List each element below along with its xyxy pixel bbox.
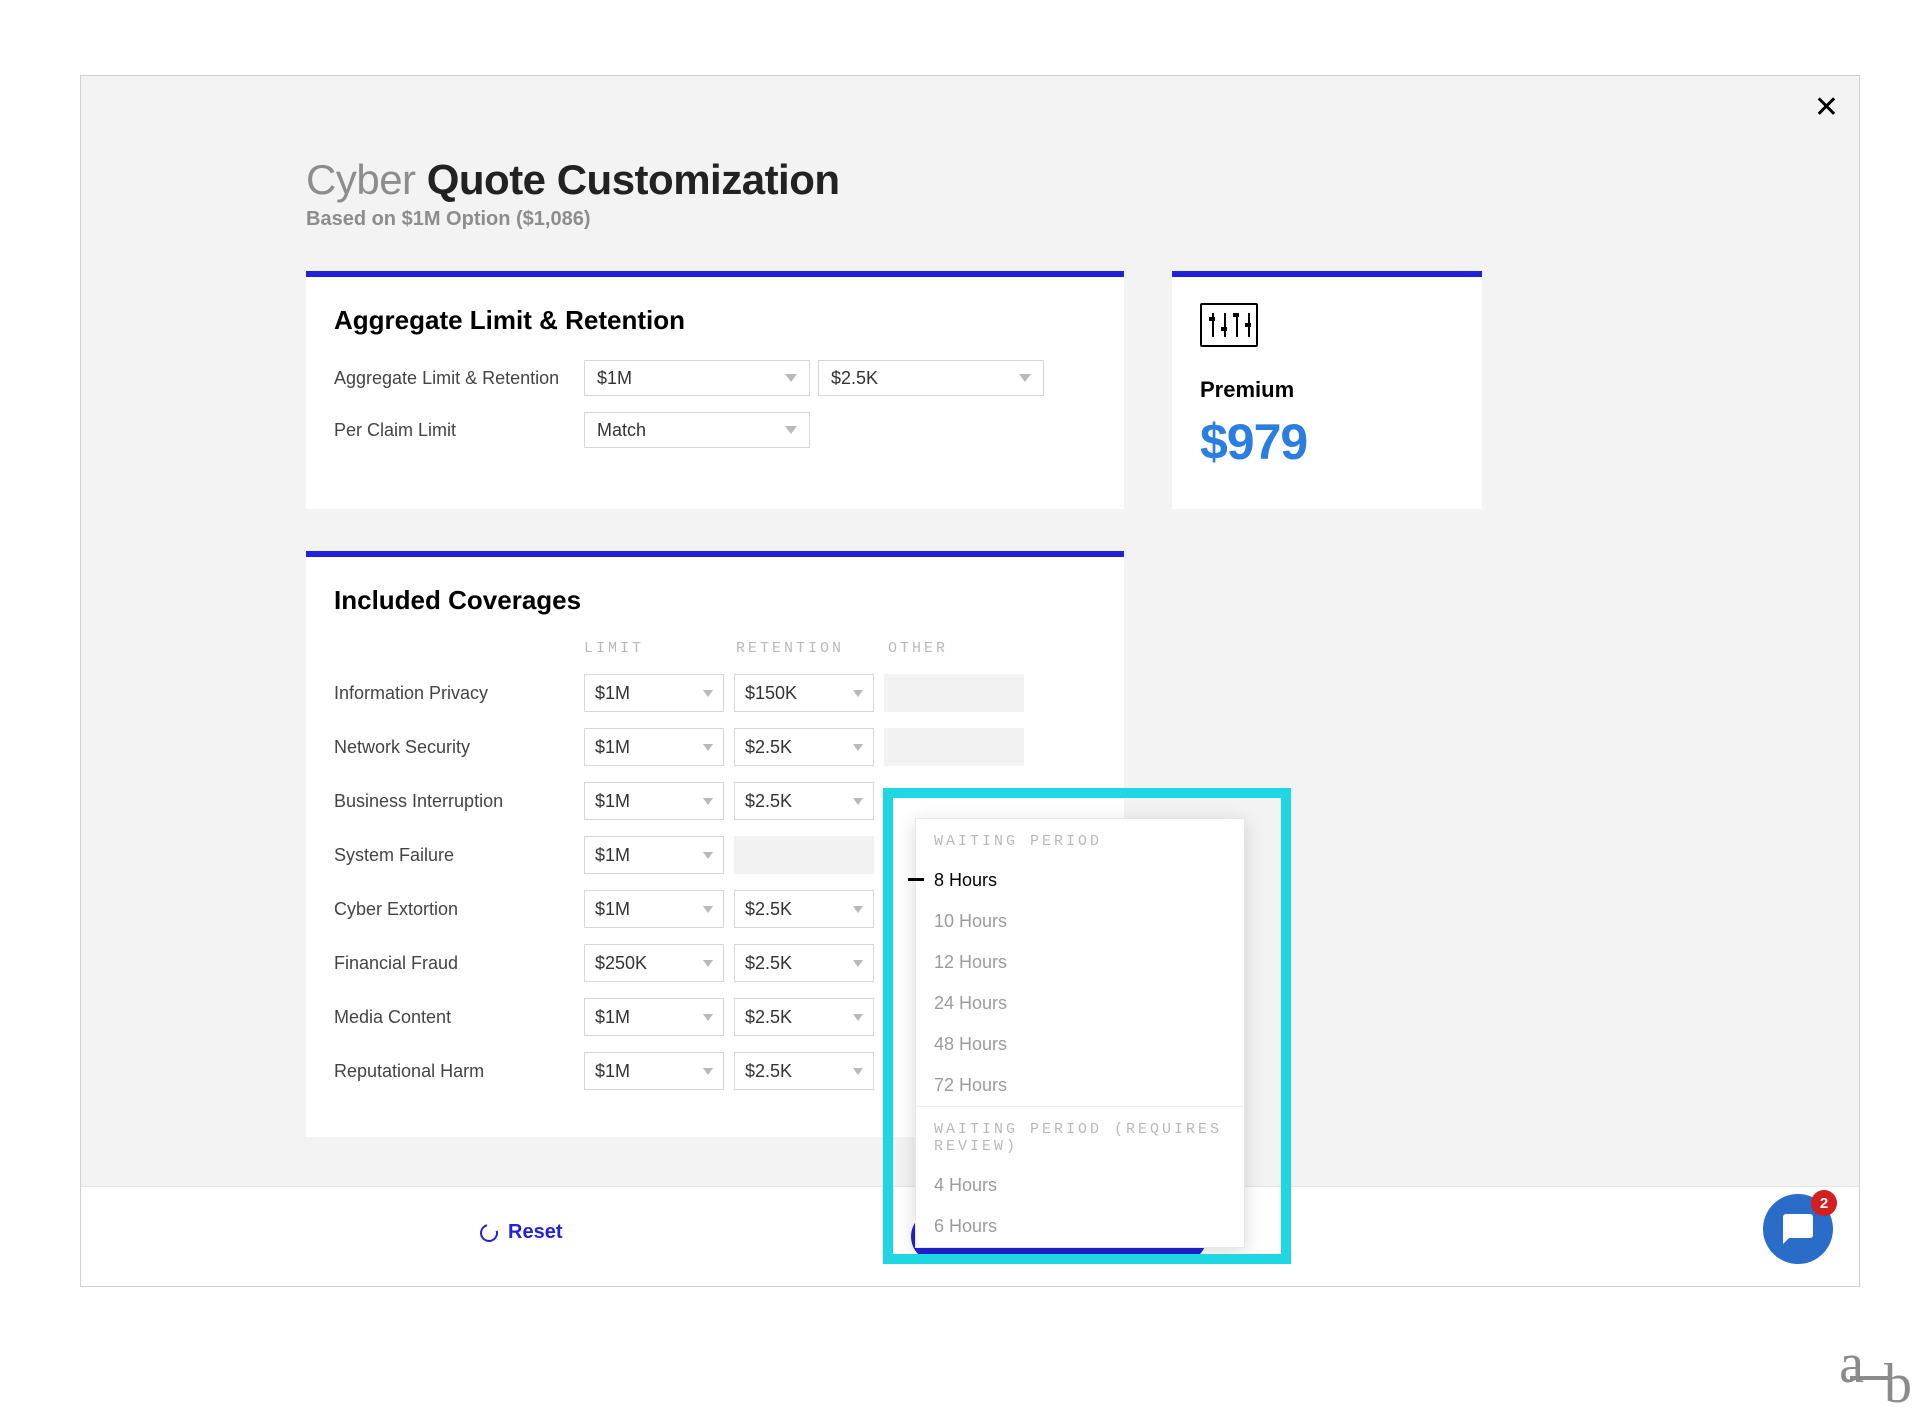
dropdown-option[interactable]: 12 Hours (916, 942, 1244, 983)
dropdown-option[interactable]: 24 Hours (916, 983, 1244, 1024)
col-limit: LIMIT (584, 640, 736, 657)
title-main: Quote Customization (427, 156, 840, 203)
coverage-limit-select[interactable]: $1M (584, 728, 724, 766)
modal-frame: ✕ Cyber Quote Customization Based on $1M… (80, 75, 1860, 1287)
coverage-row: Information Privacy$1M $150K (334, 673, 1096, 713)
coverage-other-empty (884, 728, 1024, 766)
content-area: Cyber Quote Customization Based on $1M O… (306, 156, 1486, 1137)
dropdown-option[interactable]: 8 Hours (916, 860, 1244, 901)
coverage-retention-empty (734, 836, 874, 874)
aggregate-title: Aggregate Limit & Retention (334, 305, 1096, 336)
per-claim-row: Per Claim Limit Match (334, 412, 1096, 448)
aggregate-limit-select[interactable]: $1M (584, 360, 810, 396)
coverage-retention-select[interactable]: $2.5K (734, 782, 874, 820)
close-icon[interactable]: ✕ (1814, 90, 1839, 125)
coverage-label: Reputational Harm (334, 1061, 584, 1082)
chat-button[interactable]: 2 (1763, 1194, 1833, 1264)
coverage-retention-select[interactable]: $2.5K (734, 998, 874, 1036)
aggregate-row: Aggregate Limit & Retention $1M $2.5K (334, 360, 1096, 396)
aggregate-label: Aggregate Limit & Retention (334, 368, 584, 389)
coverage-limit-select[interactable]: $1M (584, 1052, 724, 1090)
reset-button[interactable]: Reset (480, 1221, 562, 1244)
coverage-label: Network Security (334, 737, 584, 758)
dropdown-header-review: WAITING PERIOD (REQUIRES REVIEW) (916, 1106, 1244, 1165)
aggregate-card: Aggregate Limit & Retention Aggregate Li… (306, 271, 1124, 509)
coverage-limit-select[interactable]: $1M (584, 782, 724, 820)
coverage-label: Business Interruption (334, 791, 584, 812)
dropdown-option[interactable]: 6 Hours (916, 1206, 1244, 1247)
coverage-retention-select[interactable]: $2.5K (734, 890, 874, 928)
coverage-other-empty (884, 674, 1024, 712)
premium-label: Premium (1200, 377, 1454, 403)
watermark: ab (1839, 1332, 1908, 1416)
aggregate-retention-select[interactable]: $2.5K (818, 360, 1044, 396)
dropdown-option[interactable]: 10 Hours (916, 901, 1244, 942)
coverage-row: Business Interruption$1M $2.5K (334, 781, 1096, 821)
coverage-label: Information Privacy (334, 683, 584, 704)
chevron-down-icon (785, 374, 797, 382)
chevron-down-icon (1019, 374, 1031, 382)
chevron-down-icon (785, 426, 797, 434)
coverage-limit-select[interactable]: $1M (584, 890, 724, 928)
coverage-label: Financial Fraud (334, 953, 584, 974)
refresh-icon (477, 1220, 502, 1245)
page-title: Cyber Quote Customization (306, 156, 1486, 204)
mixer-icon (1200, 303, 1258, 347)
title-prefix: Cyber (306, 156, 416, 203)
coverage-label: System Failure (334, 845, 584, 866)
coverage-retention-select[interactable]: $150K (734, 674, 874, 712)
waiting-period-dropdown: WAITING PERIOD 8 Hours10 Hours12 Hours24… (915, 818, 1245, 1248)
notification-badge: 2 (1811, 1190, 1837, 1216)
premium-card: Premium $979 (1172, 271, 1482, 509)
coverage-retention-select[interactable]: $2.5K (734, 944, 874, 982)
coverage-label: Cyber Extortion (334, 899, 584, 920)
coverage-retention-select[interactable]: $2.5K (734, 728, 874, 766)
chat-icon (1780, 1211, 1816, 1247)
subtitle: Based on $1M Option ($1,086) (306, 208, 1486, 231)
per-claim-select[interactable]: Match (584, 412, 810, 448)
dropdown-header: WAITING PERIOD (916, 819, 1244, 860)
coverage-label: Media Content (334, 1007, 584, 1028)
col-other: OTHER (888, 640, 1040, 657)
dropdown-option[interactable]: 4 Hours (916, 1165, 1244, 1206)
col-retention: RETENTION (736, 640, 888, 657)
coverage-limit-select[interactable]: $1M (584, 836, 724, 874)
coverage-limit-select[interactable]: $1M (584, 674, 724, 712)
coverages-title: Included Coverages (334, 585, 1096, 616)
coverage-limit-select[interactable]: $1M (584, 998, 724, 1036)
premium-amount: $979 (1200, 413, 1454, 471)
dropdown-option[interactable]: 48 Hours (916, 1024, 1244, 1065)
column-headers: LIMIT RETENTION OTHER (584, 640, 1096, 657)
per-claim-label: Per Claim Limit (334, 420, 584, 441)
coverage-limit-select[interactable]: $250K (584, 944, 724, 982)
coverage-retention-select[interactable]: $2.5K (734, 1052, 874, 1090)
dropdown-option[interactable]: 72 Hours (916, 1065, 1244, 1106)
coverage-row: Network Security$1M $2.5K (334, 727, 1096, 767)
